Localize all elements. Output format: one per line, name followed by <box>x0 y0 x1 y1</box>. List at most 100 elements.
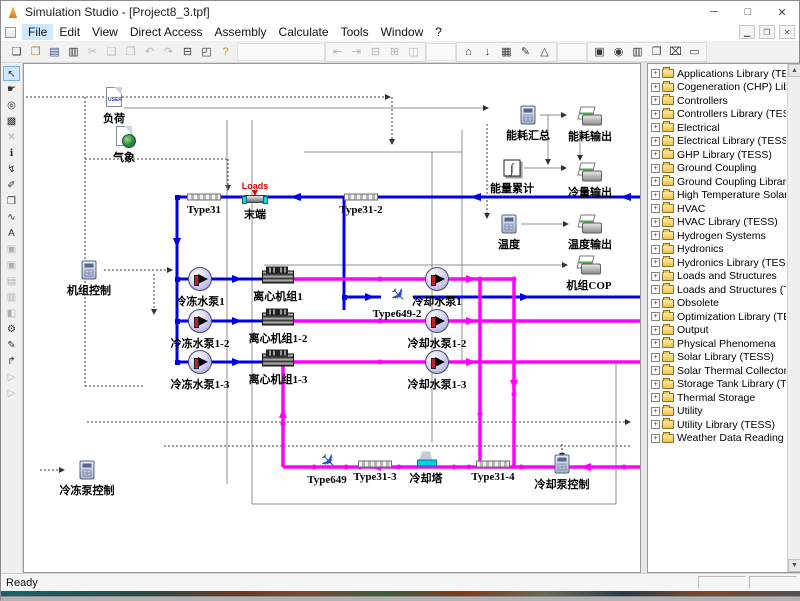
menu-calculate[interactable]: Calculate <box>273 24 335 40</box>
tree-item-electrical-library-tess[interactable]: +Electrical Library (TESS) <box>649 135 786 149</box>
expand-icon[interactable]: + <box>651 123 660 132</box>
text-tool-icon[interactable]: A <box>3 226 20 241</box>
maximize-button[interactable]: □ <box>731 1 765 23</box>
select-tool-icon[interactable]: ↖ <box>3 66 20 81</box>
tree-scrollbar[interactable]: ▲ ▼ <box>787 64 800 572</box>
delete-tool-icon[interactable]: ✕ <box>3 130 20 145</box>
tree-item-ground-coupling-library-tess[interactable]: +Ground Coupling Library (TESS) <box>649 175 786 189</box>
pan-tool-icon[interactable]: ☛ <box>3 82 20 97</box>
connect-tool-icon[interactable]: ↯ <box>3 162 20 177</box>
tree-item-controllers[interactable]: +Controllers <box>649 94 786 108</box>
expand-icon[interactable]: + <box>651 326 660 335</box>
plug-tool-icon[interactable]: ✐ <box>3 178 20 193</box>
align-horizontal-icon[interactable]: ⊟ <box>367 44 384 60</box>
expand-icon[interactable]: + <box>651 164 660 173</box>
tree-item-solar-library-tess[interactable]: +Solar Library (TESS) <box>649 351 786 365</box>
align-vertical-icon[interactable]: ⊞ <box>386 44 403 60</box>
expand-icon[interactable]: + <box>651 245 660 254</box>
close-button[interactable]: ✕ <box>765 1 799 23</box>
expand-icon[interactable]: + <box>651 137 660 146</box>
expand-icon[interactable]: + <box>651 110 660 119</box>
show-globe-icon[interactable]: ◉ <box>610 44 627 60</box>
block-d-icon[interactable]: ▥ <box>3 290 20 305</box>
tree-item-controllers-library-tess[interactable]: +Controllers Library (TESS) <box>649 108 786 122</box>
project-canvas[interactable]: 负荷气象机组控制Type31末端LoadsType31-2冷冻水泵1冷冻水泵1-… <box>23 63 641 573</box>
tree-item-thermal-storage[interactable]: +Thermal Storage <box>649 391 786 405</box>
menu-tools[interactable]: Tools <box>335 24 375 40</box>
expand-icon[interactable]: + <box>651 312 660 321</box>
mdi-restore-button[interactable]: ❐ <box>759 25 775 39</box>
expand-icon[interactable]: + <box>651 191 660 200</box>
save-icon[interactable]: ▤ <box>46 44 63 60</box>
tree-item-hvac-library-tess[interactable]: +HVAC Library (TESS) <box>649 216 786 230</box>
paste-icon[interactable]: ❒ <box>122 44 139 60</box>
expand-icon[interactable]: + <box>651 83 660 92</box>
run-tool-icon[interactable]: ↱ <box>3 354 20 369</box>
new-file-icon[interactable]: ❏ <box>8 44 25 60</box>
tree-item-hvac[interactable]: +HVAC <box>649 202 786 216</box>
menu-file[interactable]: File <box>22 24 53 40</box>
grid-tool-icon[interactable]: ▩ <box>3 114 20 129</box>
menu-window[interactable]: Window <box>375 24 430 40</box>
expand-icon[interactable]: + <box>651 285 660 294</box>
expand-icon[interactable]: + <box>651 69 660 78</box>
tree-item-solar-thermal-collectors[interactable]: +Solar Thermal Collectors <box>649 364 786 378</box>
tree-item-hydrogen-systems[interactable]: +Hydrogen Systems <box>649 229 786 243</box>
cut-icon[interactable]: ✂ <box>84 44 101 60</box>
undo-icon[interactable]: ↶ <box>141 44 158 60</box>
tree-item-output[interactable]: +Output <box>649 324 786 338</box>
expand-icon[interactable]: + <box>651 96 660 105</box>
menu-view[interactable]: View <box>86 24 124 40</box>
block-c-icon[interactable]: ▤ <box>3 274 20 289</box>
copy-icon[interactable]: ❑ <box>103 44 120 60</box>
show-lock-icon[interactable]: ▥ <box>629 44 646 60</box>
clipboard-tool-icon[interactable]: ❒ <box>3 194 20 209</box>
show-links-icon[interactable]: ▣ <box>591 44 608 60</box>
tree-item-loads-and-structures-tess[interactable]: +Loads and Structures (TESS) <box>649 283 786 297</box>
menu-[interactable]: ? <box>429 24 448 40</box>
print-icon[interactable]: ⊟ <box>179 44 196 60</box>
tree-item-optimization-library-tess[interactable]: +Optimization Library (TESS) <box>649 310 786 324</box>
mdi-close-button[interactable]: ✕ <box>779 25 795 39</box>
expand-icon[interactable]: + <box>651 272 660 281</box>
menu-direct-access[interactable]: Direct Access <box>124 24 209 40</box>
tree-item-weather-data-reading-and-process[interactable]: +Weather Data Reading and Process <box>649 432 786 446</box>
tree-item-applications-library-tess[interactable]: +Applications Library (TESS) <box>649 67 786 81</box>
tree-item-hydronics-library-tess[interactable]: +Hydronics Library (TESS) <box>649 256 786 270</box>
expand-icon[interactable]: + <box>651 231 660 240</box>
expand-icon[interactable]: + <box>651 353 660 362</box>
fit-horizontal-icon[interactable]: ⇤ <box>329 44 346 60</box>
print-preview-icon[interactable]: ◰ <box>198 44 215 60</box>
tree-item-physical-phenomena[interactable]: +Physical Phenomena <box>649 337 786 351</box>
zoom-tool-icon[interactable]: ◎ <box>3 98 20 113</box>
expand-icon[interactable]: + <box>651 393 660 402</box>
menu-assembly[interactable]: Assembly <box>209 24 273 40</box>
menu-edit[interactable]: Edit <box>53 24 86 40</box>
show-layers-icon[interactable]: ❐ <box>648 44 665 60</box>
expand-icon[interactable]: + <box>651 204 660 213</box>
expand-icon[interactable]: + <box>651 339 660 348</box>
redo-icon[interactable]: ↷ <box>160 44 177 60</box>
block-a-icon[interactable]: ▣ <box>3 242 20 257</box>
tree-item-hydronics[interactable]: +Hydronics <box>649 243 786 257</box>
tree-item-high-temperature-solar-tess[interactable]: +High Temperature Solar (TESS) <box>649 189 786 203</box>
fit-vertical-icon[interactable]: ⇥ <box>348 44 365 60</box>
minimize-button[interactable]: ─ <box>697 1 731 23</box>
show-panel-icon[interactable]: ▭ <box>686 44 703 60</box>
hierarchy-icon[interactable]: ⌂ <box>460 44 477 60</box>
block-e-icon[interactable]: ◧ <box>3 306 20 321</box>
expand-icon[interactable]: + <box>651 434 660 443</box>
pin-icon[interactable]: ✎ <box>517 44 534 60</box>
show-trace-icon[interactable]: ⌧ <box>667 44 684 60</box>
tree-item-storage-tank-library-tess[interactable]: +Storage Tank Library (TESS) <box>649 378 786 392</box>
tree-item-loads-and-structures[interactable]: +Loads and Structures <box>649 270 786 284</box>
flag-b-icon[interactable]: ▷ <box>3 386 20 401</box>
assembly-view-icon[interactable]: △ <box>536 44 553 60</box>
help-icon[interactable]: ? <box>217 44 234 60</box>
expand-icon[interactable]: + <box>651 150 660 159</box>
expand-icon[interactable]: + <box>651 366 660 375</box>
expand-icon[interactable]: + <box>651 407 660 416</box>
mdi-minimize-button[interactable]: ▁ <box>739 25 755 39</box>
scroll-up-icon[interactable]: ▲ <box>788 64 800 77</box>
save-all-icon[interactable]: ▥ <box>65 44 82 60</box>
